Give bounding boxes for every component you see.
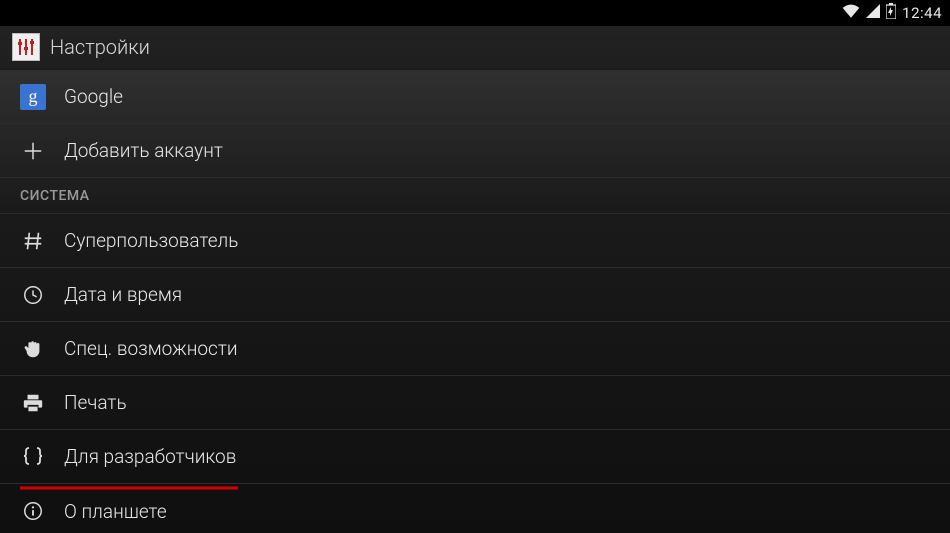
clock-icon xyxy=(20,282,46,308)
list-item-label: Печать xyxy=(64,391,127,414)
list-item-print[interactable]: Печать xyxy=(0,376,950,430)
app-header: Настройки xyxy=(0,26,950,70)
list-item-developer[interactable]: Для разработчиков xyxy=(0,430,950,484)
braces-icon xyxy=(20,444,46,470)
status-bar: 12:44 xyxy=(0,0,950,26)
list-item-superuser[interactable]: Суперпользователь xyxy=(0,214,950,268)
list-item-google[interactable]: g Google xyxy=(0,70,950,124)
printer-icon xyxy=(20,390,46,416)
signal-icon xyxy=(866,4,880,22)
wifi-icon xyxy=(842,4,860,22)
list-item-label: О планшете xyxy=(64,500,167,523)
hash-icon xyxy=(20,228,46,254)
list-item-date-time[interactable]: Дата и время xyxy=(0,268,950,322)
list-item-accessibility[interactable]: Спец. возможности xyxy=(0,322,950,376)
section-header-system: СИСТЕМА xyxy=(0,178,950,214)
list-item-add-account[interactable]: Добавить аккаунт xyxy=(0,124,950,178)
settings-app-icon xyxy=(12,33,40,61)
info-icon xyxy=(20,498,46,524)
list-item-label: Добавить аккаунт xyxy=(64,139,223,162)
list-item-label: Для разработчиков xyxy=(64,445,236,468)
list-item-label: Google xyxy=(64,85,123,108)
hand-icon xyxy=(20,336,46,362)
battery-charging-icon xyxy=(886,3,896,23)
status-clock: 12:44 xyxy=(902,4,942,22)
list-item-label: Дата и время xyxy=(64,283,182,306)
section-header-label: СИСТЕМА xyxy=(20,188,90,204)
app-title: Настройки xyxy=(50,35,150,59)
plus-icon xyxy=(20,138,46,164)
list-item-label: Спец. возможности xyxy=(64,337,238,360)
settings-list: g Google Добавить аккаунт СИСТЕМА Суперп… xyxy=(0,70,950,533)
list-item-about[interactable]: О планшете xyxy=(0,484,950,533)
google-icon: g xyxy=(20,84,46,110)
list-item-label: Суперпользователь xyxy=(64,229,238,252)
